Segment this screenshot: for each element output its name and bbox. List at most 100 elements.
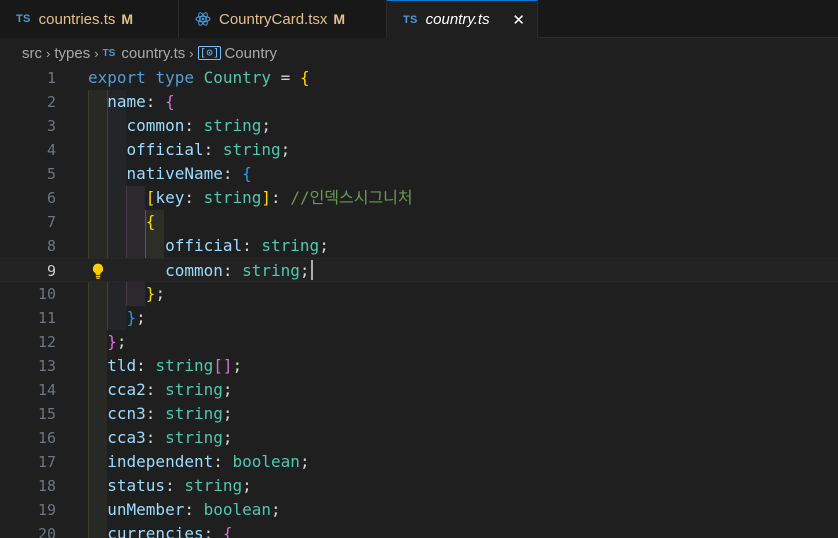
line-number: 3 [46,117,56,135]
code-token: ; [242,476,252,495]
code-editor[interactable]: 1 export type Country = {2 name: {3 commo… [0,66,838,538]
code-text: independent: boolean; [88,450,309,474]
tab-country-ts-active[interactable]: TS country.ts ✕ [387,0,538,39]
line-number: 15 [37,405,56,423]
line-number: 9 [46,262,56,280]
code-text: export type Country = { [88,66,310,90]
typescript-file-icon: TS [102,47,116,59]
code-token: : [165,476,185,495]
code-token: independent [107,452,214,471]
code-text: currencies: { [88,522,232,538]
code-line[interactable]: 1 export type Country = { [0,66,838,90]
code-token: nativeName [126,164,223,183]
code-line[interactable]: 9 common: string; [0,258,838,282]
line-number: 14 [37,381,56,399]
code-text: nativeName: { [88,162,252,186]
line-number: 5 [46,165,56,183]
modified-badge: M [333,11,346,27]
code-line[interactable]: 3 common: string; [0,114,838,138]
code-token: common [165,261,223,280]
code-line[interactable]: 2 name: { [0,90,838,114]
line-number: 19 [37,501,56,519]
code-token: : [242,236,262,255]
code-token: ; [271,500,281,519]
editor-tab-bar: TS countries.ts M CountryCard.tsx M TS c… [0,0,838,39]
code-token: Country [203,68,272,87]
code-token: : [213,452,233,471]
line-number: 1 [46,69,56,87]
breadcrumb-item-file[interactable]: country.ts [121,45,185,62]
tab-filename: CountryCard.tsx [219,10,328,28]
code-text: ccn3: string; [88,402,232,426]
code-token: : [184,500,204,519]
code-text: common: string; [88,114,272,138]
line-number: 18 [37,477,56,495]
code-line[interactable]: 16 cca3: string; [0,426,838,450]
code-line[interactable]: 10 }; [0,282,838,306]
code-text: official: string; [88,234,329,258]
code-token: boolean [203,500,272,519]
breadcrumb-item-types[interactable]: types [54,45,90,62]
code-line[interactable]: 20 currencies: { [0,522,838,538]
code-token: string [242,261,300,280]
code-line[interactable]: 8 official: string; [0,234,838,258]
code-text: { [88,210,156,234]
code-token: ; [222,380,233,399]
code-token: : [184,116,204,135]
code-token: } [145,284,156,303]
code-text: }; [88,330,127,354]
line-number: 7 [46,213,56,231]
breadcrumb-item-symbol[interactable]: Country [224,45,277,62]
line-number: 10 [37,285,56,303]
code-line[interactable]: 19 unMember: boolean; [0,498,838,522]
code-line[interactable]: 11 }; [0,306,838,330]
react-icon [195,12,211,26]
code-text: [key: string]: //인덱스시그니처 [88,186,413,210]
code-token: unMember [107,500,185,519]
code-token: { [165,92,175,111]
code-token: ; [299,261,310,280]
code-line[interactable]: 14 cca2: string; [0,378,838,402]
code-token: : [203,140,223,159]
code-token: string [155,356,214,375]
code-line[interactable]: 12 }; [0,330,838,354]
code-line[interactable]: 5 nativeName: { [0,162,838,186]
code-text: cca3: string; [88,426,233,450]
code-token: } [126,308,137,327]
code-line[interactable]: 13 tld: string[]; [0,354,838,378]
breadcrumb-item-src[interactable]: src [22,45,42,62]
tab-countrycard-tsx[interactable]: CountryCard.tsx M [179,0,387,38]
code-line[interactable]: 15 ccn3: string; [0,402,838,426]
code-token: string [165,404,223,423]
code-token: cca3 [107,428,146,447]
code-token: ; [222,428,233,447]
line-number: 17 [37,453,56,471]
code-token: ; [116,332,127,351]
code-token: ; [136,308,146,327]
code-line[interactable]: 4 official: string; [0,138,838,162]
code-line[interactable]: 18 status: string; [0,474,838,498]
tab-filename: country.ts [425,11,490,28]
close-icon[interactable]: ✕ [502,11,525,29]
code-token: official [165,236,243,255]
code-line[interactable]: 6 [key: string]: //인덱스시그니처 [0,186,838,210]
code-token: [ [145,188,156,207]
code-token: //인덱스시그니처 [290,188,413,207]
code-token: : [222,261,243,280]
line-number: 11 [37,309,56,327]
code-line[interactable]: 7 { [0,210,838,234]
tab-countries-ts[interactable]: TS countries.ts M [0,0,179,38]
code-token: type [155,68,194,87]
code-line[interactable]: 17 independent: boolean; [0,450,838,474]
code-text: official: string; [88,138,291,162]
